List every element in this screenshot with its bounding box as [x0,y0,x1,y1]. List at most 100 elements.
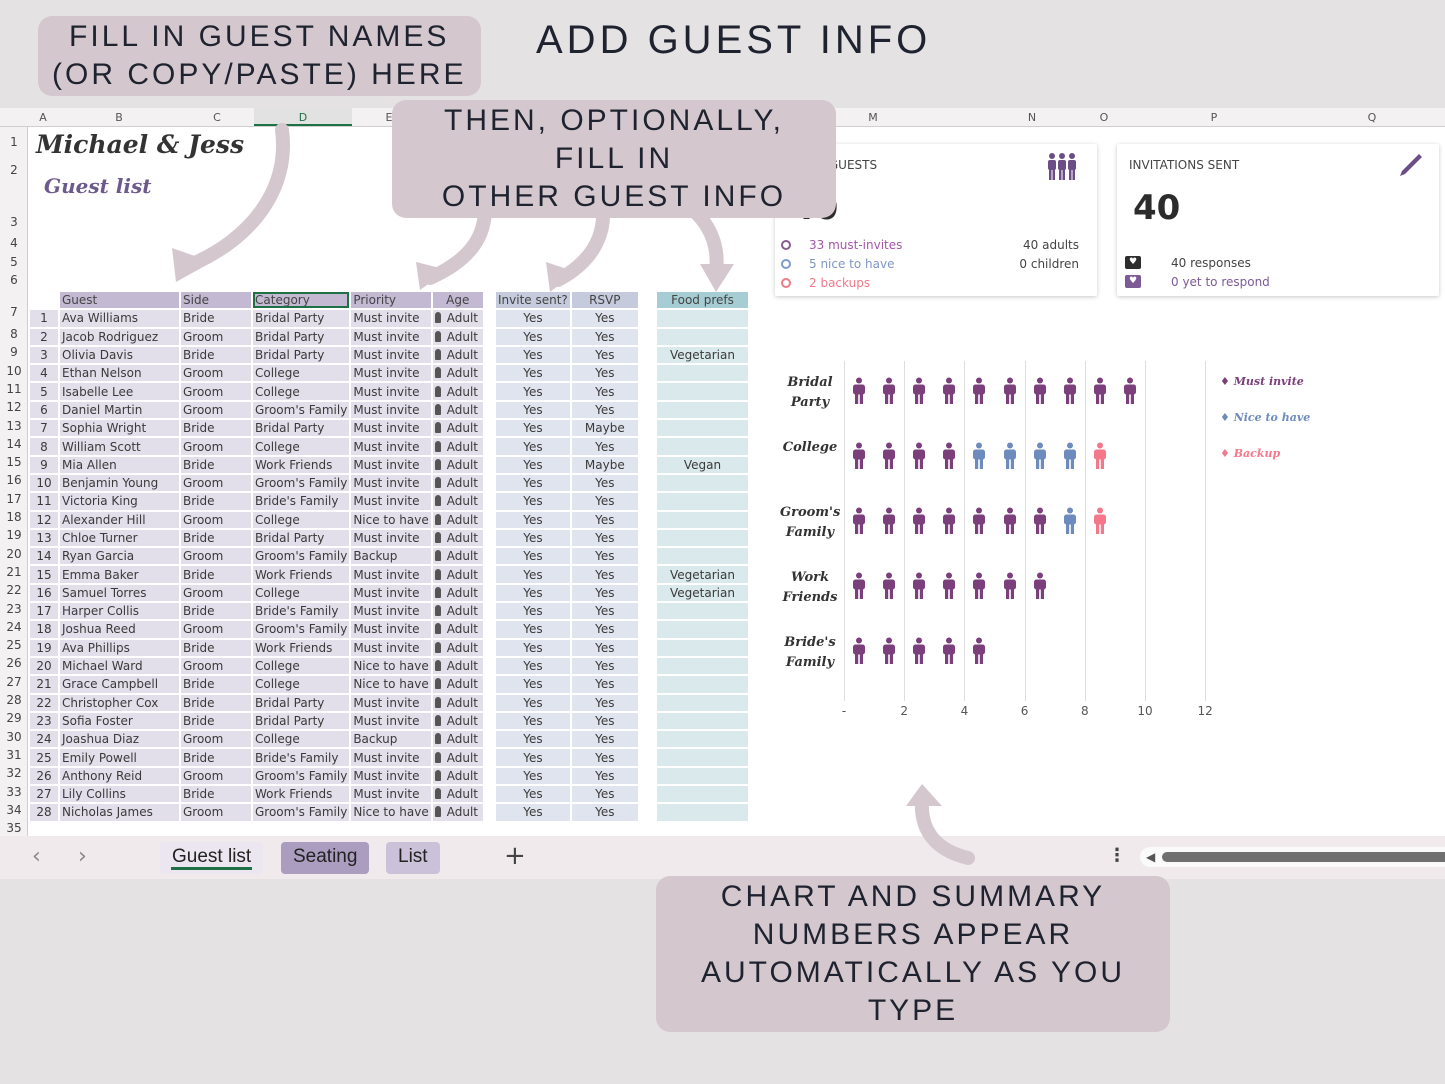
age-cell[interactable]: Adult [432,566,483,583]
priority-cell[interactable]: Must invite [351,328,431,345]
guest-index[interactable]: 25 [30,749,58,766]
header-priority[interactable]: Priority [351,292,431,309]
food-prefs-cell[interactable] [657,786,748,803]
priority-cell[interactable]: Must invite [351,420,431,437]
priority-cell[interactable]: Nice to have [351,804,431,821]
invite-sent-cell[interactable]: Yes [496,438,570,455]
tab-seating[interactable]: Seating [281,842,370,874]
rsvp-cell[interactable]: Yes [571,767,638,785]
header-food-prefs[interactable]: Food prefs [657,292,748,309]
food-prefs-cell[interactable] [657,438,748,455]
food-prefs-cell[interactable] [657,749,748,766]
priority-cell[interactable]: Must invite [351,786,431,803]
column-header[interactable]: P [1116,111,1312,124]
food-prefs-cell[interactable] [657,474,748,492]
side-cell[interactable]: Groom [181,657,251,675]
invite-sent-cell[interactable]: Yes [496,529,570,547]
guest-index[interactable]: 20 [30,657,58,675]
rsvp-cell[interactable]: Yes [571,529,638,547]
food-prefs-cell[interactable] [657,603,748,620]
priority-cell[interactable]: Must invite [351,712,431,730]
side-cell[interactable]: Groom [181,548,251,565]
next-sheet-button[interactable]: › [78,844,87,869]
priority-cell[interactable]: Must invite [351,456,431,473]
category-cell[interactable]: College [253,383,350,400]
priority-cell[interactable]: Must invite [351,694,431,711]
side-cell[interactable]: Bride [181,639,251,656]
invite-sent-cell[interactable]: Yes [496,474,570,492]
rsvp-cell[interactable]: Yes [571,511,638,528]
priority-cell[interactable]: Must invite [351,310,431,327]
priority-cell[interactable]: Must invite [351,584,431,602]
guest-index[interactable]: 6 [30,401,58,419]
rsvp-cell[interactable]: Yes [571,657,638,675]
guest-index[interactable]: 1 [30,310,58,327]
category-cell[interactable]: Groom's Family [253,548,350,565]
guest-name-cell[interactable]: Sofia Foster [60,712,179,730]
food-prefs-cell[interactable] [657,529,748,547]
horizontal-scrollbar[interactable]: ◀ [1140,847,1445,867]
row-header[interactable]: 18 [0,510,28,524]
priority-cell[interactable]: Must invite [351,346,431,364]
guest-index[interactable]: 9 [30,456,58,473]
header-side[interactable]: Side [181,292,251,309]
column-header[interactable]: A [28,111,58,124]
side-cell[interactable]: Bride [181,493,251,510]
invite-sent-cell[interactable]: Yes [496,511,570,528]
age-cell[interactable]: Adult [432,657,483,675]
age-cell[interactable]: Adult [432,438,483,455]
guest-name-cell[interactable]: Isabelle Lee [60,383,179,400]
guest-name-cell[interactable]: Christopher Cox [60,694,179,711]
invite-sent-cell[interactable]: Yes [496,456,570,473]
guest-index[interactable]: 22 [30,694,58,711]
row-header[interactable]: 26 [0,656,28,670]
side-cell[interactable]: Bride [181,676,251,693]
invite-sent-cell[interactable]: Yes [496,603,570,620]
row-header[interactable]: 10 [0,364,28,378]
priority-cell[interactable]: Must invite [351,621,431,638]
food-prefs-cell[interactable] [657,676,748,693]
category-cell[interactable]: Groom's Family [253,804,350,821]
invite-sent-cell[interactable]: Yes [496,676,570,693]
invite-sent-cell[interactable]: Yes [496,548,570,565]
food-prefs-cell[interactable] [657,401,748,419]
age-cell[interactable]: Adult [432,584,483,602]
guest-name-cell[interactable]: Mia Allen [60,456,179,473]
row-header[interactable]: 31 [0,748,28,762]
more-options-icon[interactable]: ⋮ [1108,845,1126,866]
priority-cell[interactable]: Backup [351,731,431,748]
age-cell[interactable]: Adult [432,420,483,437]
guest-index[interactable]: 7 [30,420,58,437]
row-header[interactable]: 32 [0,766,28,780]
age-cell[interactable]: Adult [432,767,483,785]
category-cell[interactable]: College [253,676,350,693]
invite-sent-cell[interactable]: Yes [496,420,570,437]
category-cell[interactable]: Bridal Party [253,346,350,364]
row-header[interactable]: 9 [0,345,28,359]
row-header[interactable]: 11 [0,382,28,396]
guest-index[interactable]: 14 [30,548,58,565]
rsvp-cell[interactable]: Yes [571,346,638,364]
row-header[interactable]: 3 [0,215,28,229]
age-cell[interactable]: Adult [432,676,483,693]
rsvp-cell[interactable]: Yes [571,383,638,400]
age-cell[interactable]: Adult [432,401,483,419]
side-cell[interactable]: Bride [181,346,251,364]
guest-index[interactable]: 19 [30,639,58,656]
rsvp-cell[interactable]: Yes [571,310,638,327]
food-prefs-cell[interactable]: Vegan [657,456,748,473]
age-cell[interactable]: Adult [432,731,483,748]
rsvp-cell[interactable]: Yes [571,493,638,510]
age-cell[interactable]: Adult [432,493,483,510]
food-prefs-cell[interactable] [657,511,748,528]
category-cell[interactable]: College [253,511,350,528]
row-header[interactable]: 13 [0,419,28,433]
guest-name-cell[interactable]: Olivia Davis [60,346,179,364]
guest-name-cell[interactable]: Nicholas James [60,804,179,821]
rsvp-cell[interactable]: Yes [571,731,638,748]
side-cell[interactable]: Bride [181,456,251,473]
tab-list[interactable]: List [386,842,440,874]
category-cell[interactable]: Groom's Family [253,401,350,419]
row-header[interactable]: 25 [0,638,28,652]
rsvp-cell[interactable]: Maybe [571,456,638,473]
